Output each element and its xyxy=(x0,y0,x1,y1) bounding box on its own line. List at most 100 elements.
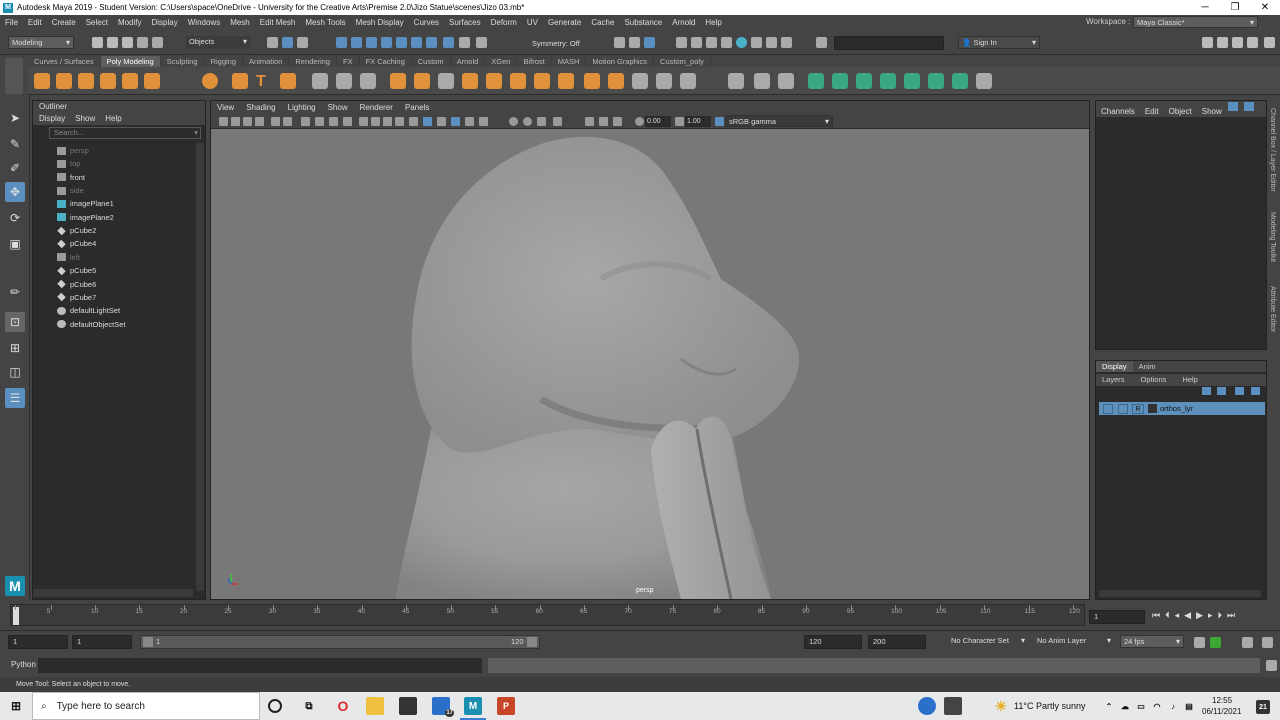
sidebar-toggle-icon[interactable] xyxy=(816,37,827,48)
extrude-icon[interactable] xyxy=(462,73,478,89)
pivot-icon[interactable] xyxy=(778,73,794,89)
menu-windows[interactable]: Windows xyxy=(183,18,225,27)
outliner-item[interactable]: pCube7 xyxy=(57,291,96,304)
poly-cube-icon[interactable] xyxy=(56,73,72,89)
outliner-item[interactable]: pCube4 xyxy=(57,237,96,250)
menu-display[interactable]: Display xyxy=(147,18,183,27)
poly-cone-icon[interactable] xyxy=(100,73,116,89)
shelf-tab-curves-surfaces[interactable]: Curves / Surfaces xyxy=(28,56,101,67)
gamma-field[interactable]: 1.00 xyxy=(685,116,711,127)
sign-in-button[interactable]: 👤 Sign In xyxy=(958,36,1040,49)
tab-modeling-toolkit[interactable]: Modeling Toolkit xyxy=(1269,212,1276,262)
step-forward-key-icon[interactable]: ⏵ xyxy=(1218,610,1223,621)
shelf-tab-fx-caching[interactable]: FX Caching xyxy=(360,56,412,67)
layer-up-icon[interactable] xyxy=(1202,387,1211,395)
wireframe-icon[interactable] xyxy=(395,117,404,126)
platonic-solid-icon[interactable] xyxy=(202,73,218,89)
ipr-render-icon[interactable] xyxy=(706,37,717,48)
shelf-tab-sculpting[interactable]: Sculpting xyxy=(161,56,205,67)
range-slider[interactable]: 1 120 xyxy=(140,635,540,649)
close-button[interactable]: ✕ xyxy=(1250,0,1280,15)
connect-icon[interactable] xyxy=(680,73,696,89)
menu-select[interactable]: Select xyxy=(81,18,113,27)
bevel-icon[interactable] xyxy=(486,73,502,89)
field-chart-icon[interactable] xyxy=(359,117,368,126)
snap-point-icon[interactable] xyxy=(366,37,377,48)
modeling-toolkit-icon[interactable] xyxy=(1202,37,1213,48)
command-language-toggle[interactable]: Python xyxy=(11,660,36,669)
textured-icon[interactable] xyxy=(451,117,460,126)
play-backward-icon[interactable]: ◀ xyxy=(1184,610,1191,621)
channel-box-pin-icon[interactable] xyxy=(1228,102,1238,111)
shelf-tab-fx[interactable]: FX xyxy=(337,56,360,67)
select-hierarchy-icon[interactable] xyxy=(267,37,278,48)
shelf-tab-bifrost[interactable]: Bifrost xyxy=(517,56,552,67)
new-layer-selected-icon[interactable] xyxy=(1251,387,1260,395)
select-object-icon[interactable] xyxy=(282,37,293,48)
smooth-icon[interactable] xyxy=(360,73,376,89)
layer-menu-options[interactable]: Options xyxy=(1135,374,1173,386)
channel-menu-channels[interactable]: Channels xyxy=(1101,107,1135,116)
animation-end-field[interactable]: 200 xyxy=(868,635,926,649)
layer-tab-anim[interactable]: Anim xyxy=(1133,361,1162,372)
motion-blur-icon[interactable] xyxy=(523,117,532,126)
exposure-field[interactable]: 0.00 xyxy=(645,116,671,127)
channel-box-icon[interactable] xyxy=(1247,37,1258,48)
shelf-tab-arnold[interactable]: Arnold xyxy=(451,56,486,67)
smooth-mesh-icon[interactable] xyxy=(808,73,824,89)
minimize-button[interactable]: ─ xyxy=(1190,0,1220,15)
snap-vertex-icon[interactable] xyxy=(426,37,437,48)
tab-channel-box-layer-editor[interactable]: Channel Box / Layer Editor xyxy=(1269,108,1276,192)
layer-tab-display[interactable]: Display xyxy=(1096,361,1133,372)
viewport-menu-show[interactable]: Show xyxy=(322,101,354,114)
move-tool-icon[interactable]: ✥ xyxy=(5,182,25,202)
outliner-item[interactable]: pCube5 xyxy=(57,264,96,277)
shadows-icon[interactable] xyxy=(479,117,488,126)
layer-scrollbar[interactable] xyxy=(1099,590,1261,597)
menu-uv[interactable]: UV xyxy=(522,18,543,27)
layer-color-swatch[interactable] xyxy=(1148,404,1157,413)
menu-create[interactable]: Create xyxy=(47,18,81,27)
svg-tool-icon[interactable] xyxy=(280,73,296,89)
people-icon[interactable] xyxy=(918,697,936,715)
bridge-icon[interactable] xyxy=(438,73,454,89)
depth-of-field-icon[interactable] xyxy=(553,117,562,126)
menu-edit[interactable]: Edit xyxy=(23,18,47,27)
time-ruler[interactable]: 5 10 15 20 25 30 35 40 45 50 55 60 65 70 75 80 85 90 95 100… xyxy=(10,604,1085,626)
menu-generate[interactable]: Generate xyxy=(543,18,586,27)
proxy-icon[interactable] xyxy=(832,73,848,89)
snap-curve-icon[interactable] xyxy=(351,37,362,48)
menu-curves[interactable]: Curves xyxy=(409,18,444,27)
snap-view-plane-icon[interactable] xyxy=(381,37,392,48)
viewport-menu-shading[interactable]: Shading xyxy=(240,101,281,114)
fps-dropdown[interactable]: 24 fps xyxy=(1120,635,1184,648)
cortana-icon[interactable] xyxy=(268,699,282,713)
isolate-select-icon[interactable] xyxy=(585,117,594,126)
channel-menu-show[interactable]: Show xyxy=(1202,107,1222,116)
single-perspective-layout-icon[interactable]: ⊡ xyxy=(5,312,25,332)
outliner-item[interactable]: front xyxy=(57,171,85,184)
loop-icon[interactable] xyxy=(1194,637,1205,648)
shelf-settings-icon[interactable] xyxy=(5,58,23,94)
arnold-ipr-icon[interactable] xyxy=(766,37,777,48)
target-weld-icon[interactable] xyxy=(656,73,672,89)
xray-icon[interactable] xyxy=(437,117,446,126)
outliner-menu-show[interactable]: Show xyxy=(75,113,95,125)
film-gate-icon[interactable] xyxy=(315,117,324,126)
transfer-icon[interactable] xyxy=(928,73,944,89)
menu-file[interactable]: File xyxy=(0,18,23,27)
taskbar-search[interactable]: ⌕ Type here to search xyxy=(32,692,260,720)
outliner-item[interactable]: imagePlane2 xyxy=(57,211,114,224)
separate-icon[interactable] xyxy=(336,73,352,89)
weather-text[interactable]: 11°C Partly sunny xyxy=(1014,701,1085,711)
attribute-editor-icon[interactable] xyxy=(1217,37,1228,48)
layer-down-icon[interactable] xyxy=(1217,387,1226,395)
snap-surface-icon[interactable] xyxy=(411,37,422,48)
append-icon[interactable] xyxy=(510,73,526,89)
wireframe-on-shaded-icon[interactable] xyxy=(423,117,432,126)
outliner-item[interactable]: persp xyxy=(57,144,89,157)
undo-icon[interactable] xyxy=(137,37,148,48)
anim-layer-dropdown[interactable]: No Anim Layer xyxy=(1034,635,1114,648)
layer-reference-toggle[interactable]: R xyxy=(1132,403,1144,414)
snap-grid-icon[interactable] xyxy=(336,37,347,48)
